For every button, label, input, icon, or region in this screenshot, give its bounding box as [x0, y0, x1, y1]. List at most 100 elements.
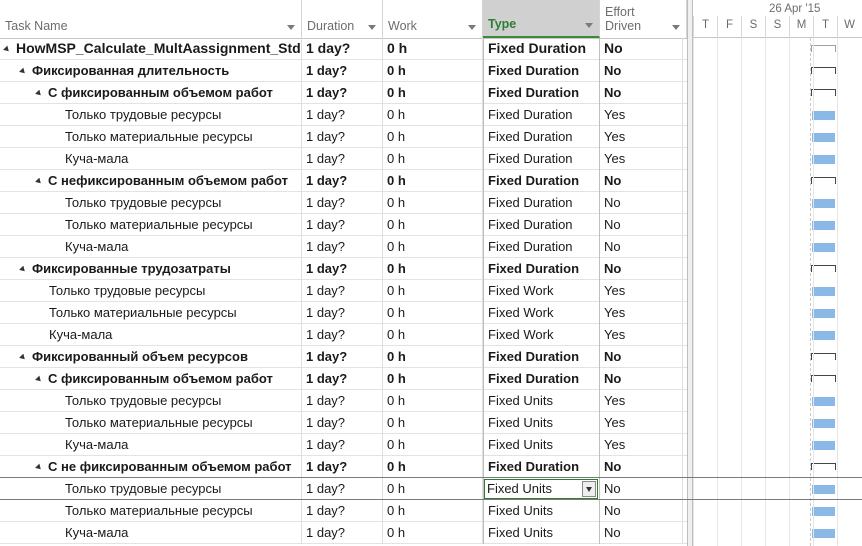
type-cell[interactable]: Fixed Work: [483, 324, 600, 346]
effort-driven-cell[interactable]: No: [600, 82, 683, 104]
duration-cell[interactable]: 1 day?: [302, 500, 383, 522]
effort-driven-cell[interactable]: No: [600, 214, 683, 236]
task-bar[interactable]: [812, 155, 835, 164]
task-name-cell[interactable]: Фиксированные трудозатраты: [0, 258, 302, 280]
task-name-cell[interactable]: Фиксированный объем ресурсов: [0, 346, 302, 368]
effort-driven-cell[interactable]: Yes: [600, 280, 683, 302]
duration-cell[interactable]: 1 day?: [302, 170, 383, 192]
duration-cell[interactable]: 1 day?: [302, 302, 383, 324]
task-name-cell[interactable]: С фиксированным объемом работ: [0, 368, 302, 390]
summary-bar[interactable]: [811, 177, 836, 184]
work-cell[interactable]: 0 h: [383, 478, 483, 500]
duration-cell[interactable]: 1 day?: [302, 214, 383, 236]
duration-cell[interactable]: 1 day?: [302, 38, 383, 60]
task-name-cell[interactable]: Только трудовые ресурсы: [0, 104, 302, 126]
type-cell[interactable]: Fixed Units: [483, 412, 600, 434]
table-row[interactable]: Только трудовые ресурсы 1 day? 0 h Fixed Du…: [0, 104, 687, 126]
type-cell[interactable]: Fixed Duration: [483, 38, 600, 60]
type-cell[interactable]: Fixed Units: [483, 390, 600, 412]
work-cell[interactable]: 0 h: [383, 280, 483, 302]
work-cell[interactable]: 0 h: [383, 170, 483, 192]
summary-bar[interactable]: [811, 375, 836, 382]
effort-driven-cell[interactable]: No: [600, 478, 683, 500]
work-cell[interactable]: 0 h: [383, 38, 483, 60]
work-cell[interactable]: 0 h: [383, 236, 483, 258]
work-cell[interactable]: 0 h: [383, 126, 483, 148]
column-header-type[interactable]: Type: [483, 0, 600, 38]
type-cell[interactable]: Fixed Duration: [483, 82, 600, 104]
task-name-cell[interactable]: Только материальные ресурсы: [0, 126, 302, 148]
chevron-down-icon[interactable]: [582, 481, 596, 497]
type-cell[interactable]: Fixed Duration: [483, 126, 600, 148]
summary-bar[interactable]: [811, 265, 836, 272]
effort-driven-cell[interactable]: Yes: [600, 302, 683, 324]
task-name-cell[interactable]: Куча-мала: [0, 434, 302, 456]
type-cell[interactable]: Fixed Work: [483, 302, 600, 324]
table-row[interactable]: Куча-мала 1 day? 0 h Fixed Units Yes: [0, 434, 687, 456]
duration-cell[interactable]: 1 day?: [302, 82, 383, 104]
task-bar[interactable]: [812, 199, 835, 208]
work-cell[interactable]: 0 h: [383, 324, 483, 346]
type-cell[interactable]: Fixed Duration: [483, 214, 600, 236]
effort-driven-cell[interactable]: No: [600, 60, 683, 82]
duration-cell[interactable]: 1 day?: [302, 148, 383, 170]
duration-cell[interactable]: 1 day?: [302, 478, 383, 500]
summary-bar[interactable]: [811, 463, 836, 470]
task-name-cell[interactable]: С фиксированным объемом работ: [0, 82, 302, 104]
work-cell[interactable]: 0 h: [383, 258, 483, 280]
filter-dropdown-icon[interactable]: [368, 25, 376, 30]
type-cell[interactable]: Fixed Duration: [483, 60, 600, 82]
task-bar[interactable]: [812, 243, 835, 252]
task-name-cell[interactable]: Только трудовые ресурсы: [0, 478, 302, 500]
effort-driven-cell[interactable]: No: [600, 170, 683, 192]
effort-driven-cell[interactable]: Yes: [600, 148, 683, 170]
task-bar[interactable]: [812, 441, 835, 450]
effort-driven-cell[interactable]: Yes: [600, 104, 683, 126]
task-name-cell[interactable]: Фиксированная длительность: [0, 60, 302, 82]
duration-cell[interactable]: 1 day?: [302, 434, 383, 456]
duration-cell[interactable]: 1 day?: [302, 456, 383, 478]
summary-bar[interactable]: [811, 353, 836, 360]
type-cell[interactable]: Fixed Duration: [483, 104, 600, 126]
task-name-cell[interactable]: Куча-мала: [0, 236, 302, 258]
table-row[interactable]: Только материальные ресурсы 1 day? 0 h Fixe…: [0, 302, 687, 324]
task-bar[interactable]: [812, 507, 835, 516]
effort-driven-cell[interactable]: No: [600, 522, 683, 544]
work-cell[interactable]: 0 h: [383, 434, 483, 456]
table-row[interactable]: Куча-мала 1 day? 0 h Fixed Duration No: [0, 236, 687, 258]
table-row[interactable]: Только трудовые ресурсы 1 day? 0 h Fixed Wo…: [0, 280, 687, 302]
collapse-triangle-icon[interactable]: [3, 45, 11, 54]
table-row[interactable]: Фиксированные трудозатраты 1 day? 0 h Fixed…: [0, 258, 687, 280]
work-cell[interactable]: 0 h: [383, 456, 483, 478]
column-header-duration[interactable]: Duration: [302, 0, 383, 38]
table-row[interactable]: Только трудовые ресурсы 1 day? 0 h Fixed Du…: [0, 192, 687, 214]
column-header-work[interactable]: Work: [383, 0, 483, 38]
column-header-task-name[interactable]: Task Name: [0, 0, 302, 38]
filter-dropdown-icon[interactable]: [672, 25, 680, 30]
task-name-cell[interactable]: Куча-мала: [0, 522, 302, 544]
collapse-triangle-icon[interactable]: [35, 177, 43, 186]
effort-driven-cell[interactable]: Yes: [600, 434, 683, 456]
task-bar[interactable]: [812, 287, 835, 296]
task-name-cell[interactable]: Только материальные ресурсы: [0, 500, 302, 522]
effort-driven-cell[interactable]: Yes: [600, 390, 683, 412]
task-name-cell[interactable]: Куча-мала: [0, 324, 302, 346]
task-bar[interactable]: [812, 419, 835, 428]
effort-driven-cell[interactable]: No: [600, 192, 683, 214]
effort-driven-cell[interactable]: No: [600, 500, 683, 522]
work-cell[interactable]: 0 h: [383, 104, 483, 126]
work-cell[interactable]: 0 h: [383, 302, 483, 324]
filter-dropdown-icon[interactable]: [585, 23, 593, 28]
task-bar[interactable]: [812, 485, 835, 494]
duration-cell[interactable]: 1 day?: [302, 104, 383, 126]
duration-cell[interactable]: 1 day?: [302, 236, 383, 258]
type-cell[interactable]: Fixed Units: [483, 500, 600, 522]
work-cell[interactable]: 0 h: [383, 522, 483, 544]
table-row[interactable]: С нефиксированным объемом работ 1 day? 0 h…: [0, 170, 687, 192]
table-row[interactable]: Фиксированный объем ресурсов 1 day? 0 h Fix…: [0, 346, 687, 368]
table-row[interactable]: С не фиксированным объемом работ 1 day? 0 …: [0, 456, 687, 478]
summary-bar[interactable]: [811, 45, 836, 52]
table-row[interactable]: Только материальные ресурсы 1 day? 0 h Fixe…: [0, 214, 687, 236]
work-cell[interactable]: 0 h: [383, 60, 483, 82]
duration-cell[interactable]: 1 day?: [302, 346, 383, 368]
